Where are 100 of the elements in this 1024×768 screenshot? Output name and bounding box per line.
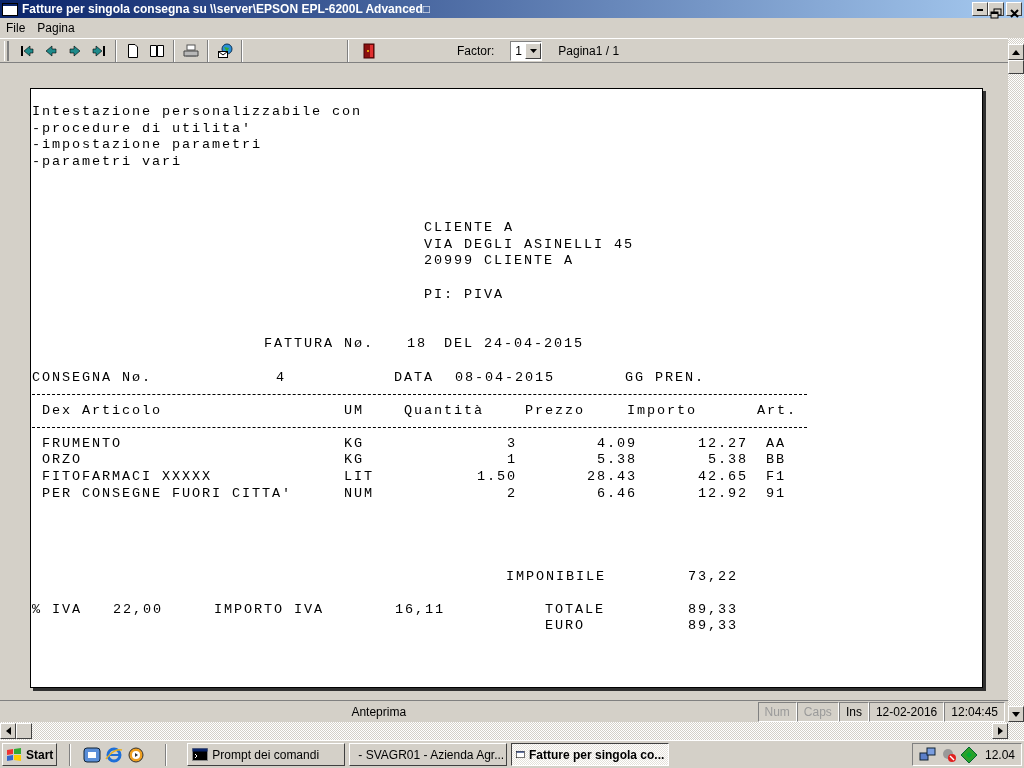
taxable-amount: 73,22 (687, 568, 738, 584)
first-page-icon (19, 43, 35, 60)
up-arrow-icon (1012, 49, 1020, 55)
item-quantity: 3 (506, 435, 517, 451)
item-description: FITOFARMACI XXXXX (42, 469, 213, 485)
factor-label: Factor: (457, 42, 495, 60)
item-description: ORZO (42, 452, 82, 468)
speaker-muted-icon[interactable] (940, 746, 957, 763)
item-price: 4.09 (596, 435, 637, 451)
item-price: 28.43 (586, 469, 637, 485)
close-button[interactable] (1006, 2, 1022, 16)
scroll-left-button[interactable] (0, 723, 16, 739)
status-date: 12-02-2016 (868, 701, 945, 722)
window-title: Fatture per singola consegna su \\server\EPSON EPL-6200L Advanced□ (22, 1, 432, 18)
item-description: PER CONSEGNE FUORI CITTA' (42, 485, 293, 501)
printer-icon (183, 43, 199, 60)
restore-icon (989, 6, 1003, 19)
down-arrow-icon (1012, 711, 1020, 717)
right-arrow-icon (997, 727, 1003, 735)
item-quantity: 1.50 (476, 469, 517, 485)
minimize-icon (977, 9, 983, 11)
status-indicator: Ins (838, 701, 869, 722)
taskbar-button[interactable]: Fatture per singola co... (511, 743, 670, 766)
total-label: TOTALE (545, 601, 605, 617)
right-arrow-icon (67, 43, 83, 60)
scrollbar-thumb[interactable] (16, 723, 32, 739)
euro-label: EURO (545, 618, 585, 634)
invoice-number: 18 (406, 336, 427, 352)
item-amount: 42.65 (697, 469, 748, 485)
media-player-icon[interactable] (127, 745, 146, 764)
booking-note: GG PREN. (625, 369, 705, 385)
status-indicator: Caps (796, 701, 839, 722)
taskbar-button[interactable]: - SVAGR01 - Azienda Agr... (349, 743, 508, 766)
status-indicator: Num (757, 701, 797, 722)
customer-address-line: 20999 CLIENTE A (424, 253, 575, 269)
close-icon (1007, 6, 1021, 19)
diamond-icon[interactable] (960, 746, 977, 763)
delivery-number: 4 (275, 369, 286, 385)
scrollbar-thumb[interactable] (1008, 60, 1024, 74)
item-unit: LIT (344, 469, 374, 485)
vat-amount-label: IMPORTO IVA (214, 601, 324, 617)
item-code: 91 (766, 485, 786, 501)
door-icon (361, 43, 377, 60)
scroll-down-button[interactable] (1008, 706, 1024, 722)
email-client-icon[interactable] (83, 745, 102, 764)
column-header: Prezzo (525, 402, 585, 418)
euro-total: 89,33 (687, 618, 738, 634)
vat-amount: 16,11 (395, 601, 445, 617)
start-button[interactable]: Start (2, 743, 58, 766)
invoice-date: DEL 24-04-2015 (444, 336, 585, 352)
vat-label: % IVA (32, 601, 82, 617)
item-amount: 12.27 (697, 435, 748, 451)
header-text: -parametri vari (32, 153, 183, 169)
delivery-label: CONSEGNA Nø. (32, 369, 153, 385)
customer-address-line: PI: PIVA (424, 286, 504, 302)
invoice-label: FATTURA Nø. (264, 336, 374, 352)
item-quantity: 2 (506, 485, 517, 501)
item-code: BB (766, 452, 786, 468)
date-label: DATA (394, 369, 434, 385)
item-unit: KG (344, 452, 364, 468)
header-text: -impostazione parametri (32, 137, 263, 153)
item-price: 6.46 (596, 485, 637, 501)
open-book-icon (149, 43, 165, 60)
page-indicator: Pagina1 / 1 (558, 42, 620, 60)
last-page-icon (91, 43, 107, 60)
toolbar-grip[interactable] (4, 40, 9, 61)
horizontal-scrollbar[interactable] (0, 722, 1024, 740)
item-unit: KG (344, 435, 364, 451)
column-header: Art. (757, 402, 797, 418)
menu-item[interactable]: File (0, 17, 32, 39)
delivery-date: 08-04-2015 (455, 369, 555, 385)
customer-address-line: CLIENTE A (424, 220, 514, 236)
clock: 12.04 (984, 746, 1015, 764)
restore-button[interactable] (988, 2, 1004, 16)
header-text: -procedure di utilita' (32, 120, 253, 136)
column-header: Quantità (404, 402, 484, 418)
item-amount: 12.92 (697, 485, 748, 501)
globe-mail-icon (217, 43, 233, 60)
left-arrow-icon (5, 727, 11, 735)
scroll-right-button[interactable] (992, 723, 1008, 739)
item-quantity: 1 (506, 452, 517, 468)
header-text: Intestazione personalizzabile con (32, 104, 363, 119)
vat-rate: 22,00 (113, 601, 163, 617)
taxable-label: IMPONIBILE (506, 568, 606, 584)
left-arrow-icon (43, 43, 59, 60)
scroll-up-button[interactable] (1008, 44, 1024, 60)
windows-logo-icon (6, 747, 22, 762)
status-mode: Anteprima (350, 703, 408, 721)
item-unit: NUM (344, 485, 374, 501)
minimize-button[interactable] (972, 2, 988, 16)
column-header: Dex Articolo (42, 402, 163, 418)
vertical-scrollbar[interactable] (1008, 38, 1024, 722)
taskbar-button[interactable]: Prompt dei comandi (187, 743, 346, 766)
menu-item[interactable]: Pagina (31, 17, 81, 39)
console-icon (192, 747, 209, 762)
column-header: UM (344, 402, 364, 418)
factor-dropdown[interactable]: 1 (510, 40, 543, 61)
network-icon[interactable] (918, 746, 937, 763)
page-icon (125, 43, 141, 60)
customer-address-line: VIA DEGLI ASINELLI 45 (424, 236, 635, 252)
